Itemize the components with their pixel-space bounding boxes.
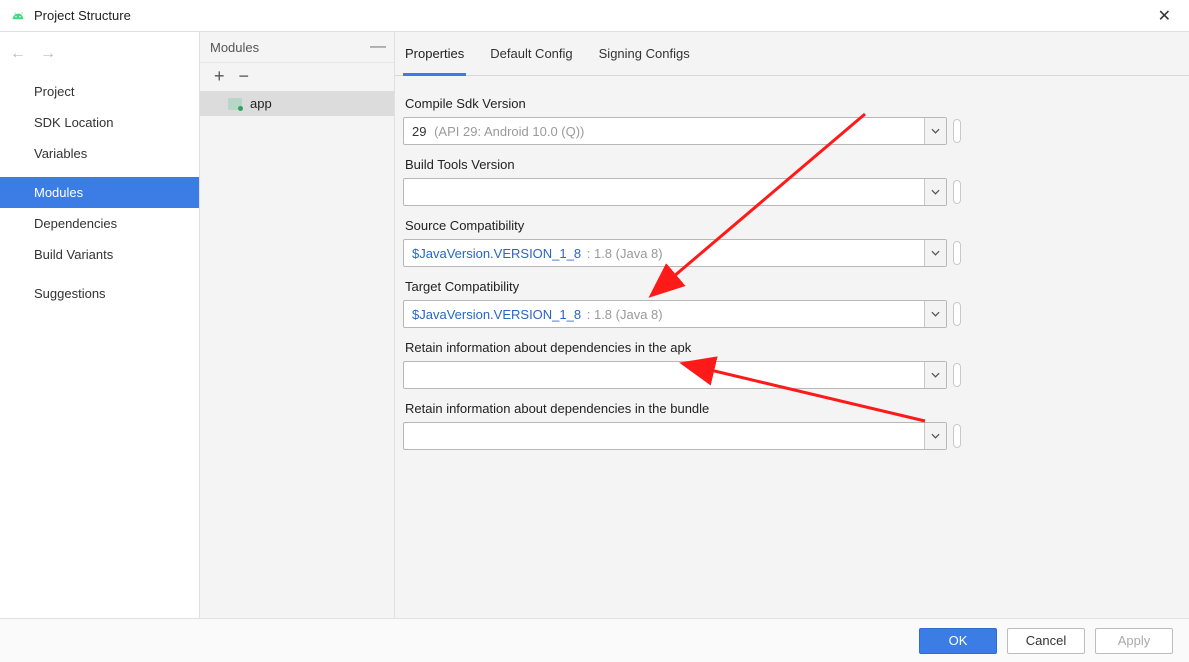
titlebar: Project Structure ✕ xyxy=(0,0,1189,32)
sidebar-item-label: Suggestions xyxy=(34,286,106,301)
collapse-icon[interactable]: — xyxy=(370,38,386,56)
modules-header: Modules — xyxy=(200,32,394,63)
retain-bundle-combo[interactable] xyxy=(403,422,947,450)
sidebar-item-label: Modules xyxy=(34,185,83,200)
tabs: Properties Default Config Signing Config… xyxy=(395,32,1189,76)
chevron-down-icon[interactable] xyxy=(924,423,946,449)
tab-default-config[interactable]: Default Config xyxy=(488,46,574,75)
target-compat-label: Target Compatibility xyxy=(405,279,1181,294)
tab-label: Default Config xyxy=(490,46,572,61)
tab-label: Signing Configs xyxy=(599,46,690,61)
modules-toolbar: + − xyxy=(200,63,394,91)
target-compat-combo[interactable]: $JavaVersion.VERSION_1_8 : 1.8 (Java 8) xyxy=(403,300,947,328)
retain-apk-combo[interactable] xyxy=(403,361,947,389)
apply-button[interactable]: Apply xyxy=(1095,628,1173,654)
compile-sdk-value: 29 xyxy=(412,124,426,139)
content-area: ← → Project SDK Location Variables Modul… xyxy=(0,32,1189,618)
retain-apk-label: Retain information about dependencies in… xyxy=(405,340,1181,355)
chevron-down-icon[interactable] xyxy=(924,240,946,266)
button-label: Apply xyxy=(1118,633,1151,648)
modules-header-label: Modules xyxy=(210,40,259,55)
add-module-button[interactable]: + xyxy=(214,67,225,85)
chevron-down-icon[interactable] xyxy=(924,362,946,388)
sidebar-item-label: Variables xyxy=(34,146,87,161)
source-compat-label: Source Compatibility xyxy=(405,218,1181,233)
sidebar-item-build-variants[interactable]: Build Variants xyxy=(0,239,199,270)
tab-label: Properties xyxy=(405,46,464,61)
sidebar-item-label: SDK Location xyxy=(34,115,114,130)
field-handle[interactable] xyxy=(953,424,961,448)
sidebar-item-label: Project xyxy=(34,84,74,99)
nav-back-button[interactable]: ← xyxy=(10,46,26,62)
tab-signing-configs[interactable]: Signing Configs xyxy=(597,46,692,75)
field-handle[interactable] xyxy=(953,302,961,326)
android-icon xyxy=(10,8,26,24)
source-compat-value: $JavaVersion.VERSION_1_8 xyxy=(412,246,581,261)
main-pane: Properties Default Config Signing Config… xyxy=(395,32,1189,618)
properties-form: Compile Sdk Version 29 (API 29: Android … xyxy=(395,76,1189,458)
field-handle[interactable] xyxy=(953,180,961,204)
compile-sdk-hint: (API 29: Android 10.0 (Q)) xyxy=(434,124,584,139)
tab-properties[interactable]: Properties xyxy=(403,46,466,76)
compile-sdk-combo[interactable]: 29 (API 29: Android 10.0 (Q)) xyxy=(403,117,947,145)
chevron-down-icon[interactable] xyxy=(924,179,946,205)
sidebar: ← → Project SDK Location Variables Modul… xyxy=(0,32,200,618)
source-compat-hint: : 1.8 (Java 8) xyxy=(587,246,663,261)
sidebar-item-modules[interactable]: Modules xyxy=(0,177,199,208)
field-handle[interactable] xyxy=(953,363,961,387)
button-label: Cancel xyxy=(1026,633,1066,648)
target-compat-value: $JavaVersion.VERSION_1_8 xyxy=(412,307,581,322)
close-button[interactable]: ✕ xyxy=(1150,2,1179,30)
retain-bundle-label: Retain information about dependencies in… xyxy=(405,401,1181,416)
module-row-app[interactable]: app xyxy=(200,91,394,116)
compile-sdk-label: Compile Sdk Version xyxy=(405,96,1181,111)
field-handle[interactable] xyxy=(953,119,961,143)
nav-arrows: ← → xyxy=(0,32,199,72)
sidebar-item-variables[interactable]: Variables xyxy=(0,138,199,169)
module-name: app xyxy=(250,96,272,111)
chevron-down-icon[interactable] xyxy=(924,301,946,327)
remove-module-button[interactable]: − xyxy=(239,67,250,85)
sidebar-item-label: Build Variants xyxy=(34,247,113,262)
cancel-button[interactable]: Cancel xyxy=(1007,628,1085,654)
build-tools-combo[interactable] xyxy=(403,178,947,206)
field-handle[interactable] xyxy=(953,241,961,265)
sidebar-item-label: Dependencies xyxy=(34,216,117,231)
window-title: Project Structure xyxy=(34,8,131,23)
sidebar-item-project[interactable]: Project xyxy=(0,76,199,107)
dialog-footer: OK Cancel Apply xyxy=(0,618,1189,662)
ok-button[interactable]: OK xyxy=(919,628,997,654)
sidebar-item-suggestions[interactable]: Suggestions xyxy=(0,278,199,309)
modules-panel: Modules — + − app xyxy=(200,32,395,618)
target-compat-hint: : 1.8 (Java 8) xyxy=(587,307,663,322)
sidebar-item-dependencies[interactable]: Dependencies xyxy=(0,208,199,239)
sidebar-list: Project SDK Location Variables Modules D… xyxy=(0,72,199,309)
build-tools-label: Build Tools Version xyxy=(405,157,1181,172)
sidebar-item-sdk-location[interactable]: SDK Location xyxy=(0,107,199,138)
chevron-down-icon[interactable] xyxy=(924,118,946,144)
nav-forward-button[interactable]: → xyxy=(40,46,56,62)
button-label: OK xyxy=(949,633,968,648)
module-folder-icon xyxy=(228,98,242,110)
source-compat-combo[interactable]: $JavaVersion.VERSION_1_8 : 1.8 (Java 8) xyxy=(403,239,947,267)
